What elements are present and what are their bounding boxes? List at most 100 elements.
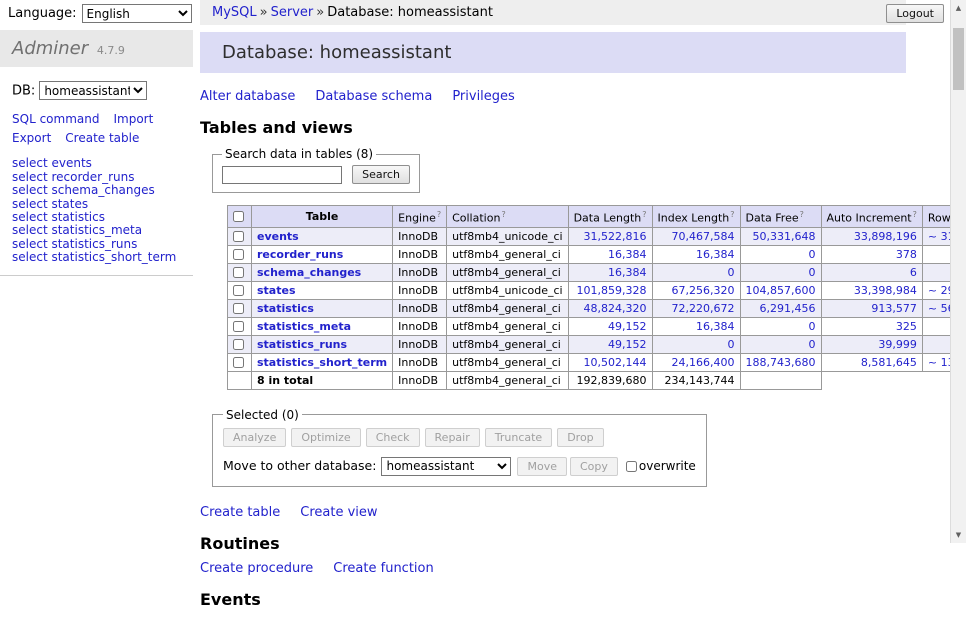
analyze-button[interactable]: Analyze: [223, 428, 286, 447]
table-name-link[interactable]: states: [257, 284, 296, 297]
cell-link[interactable]: 16,384: [696, 320, 735, 333]
db-select[interactable]: homeassistant: [39, 81, 147, 100]
cell-link[interactable]: 24,166,400: [672, 356, 735, 369]
cell-link[interactable]: 31,522,816: [584, 230, 647, 243]
check-button[interactable]: Check: [366, 428, 420, 447]
sidebar-table-link[interactable]: select recorder_runs: [12, 170, 135, 184]
sidebar-link-create-table[interactable]: Create table: [65, 131, 139, 145]
cell-link[interactable]: 0: [728, 266, 735, 279]
cell-link[interactable]: 70,467,584: [672, 230, 735, 243]
cell-link[interactable]: 101,859,328: [577, 284, 647, 297]
link-database-schema[interactable]: Database schema: [315, 89, 432, 104]
link-privileges[interactable]: Privileges: [452, 89, 515, 104]
cell-link[interactable]: 0: [809, 338, 816, 351]
copy-button[interactable]: Copy: [570, 457, 618, 476]
sidebar-table-link[interactable]: select statistics: [12, 210, 105, 224]
sidebar-table-link[interactable]: select statistics_short_term: [12, 250, 176, 264]
row-checkbox[interactable]: [233, 321, 244, 332]
row-checkbox[interactable]: [233, 267, 244, 278]
cell-link[interactable]: 0: [809, 248, 816, 261]
select-all-checkbox[interactable]: [233, 211, 244, 222]
link-create-function[interactable]: Create function: [333, 561, 433, 576]
move-db-select[interactable]: homeassistant: [381, 457, 511, 476]
row-checkbox[interactable]: [233, 249, 244, 260]
column-help-link[interactable]: ?: [730, 210, 734, 219]
cell-link[interactable]: 0: [728, 338, 735, 351]
cell-link[interactable]: 72,220,672: [672, 302, 735, 315]
breadcrumb-link-mysql[interactable]: MySQL: [212, 5, 257, 20]
cell-data-free: 0: [740, 317, 821, 335]
vertical-scrollbar[interactable]: ▲ ▼: [950, 0, 966, 543]
cell-link[interactable]: 0: [809, 266, 816, 279]
table-name-link[interactable]: statistics_runs: [257, 338, 347, 351]
cell-link[interactable]: 378: [896, 248, 917, 261]
column-help-link[interactable]: ?: [642, 210, 646, 219]
row-checkbox-cell: [228, 335, 252, 353]
repair-button[interactable]: Repair: [425, 428, 480, 447]
cell-link[interactable]: 8,581,645: [861, 356, 917, 369]
link-alter-database[interactable]: Alter database: [200, 89, 295, 104]
cell-link[interactable]: 104,857,600: [746, 284, 816, 297]
overwrite-checkbox[interactable]: [626, 461, 637, 472]
row-checkbox[interactable]: [233, 231, 244, 242]
cell-link[interactable]: 50,331,648: [753, 230, 816, 243]
logout-button[interactable]: Logout: [886, 4, 944, 23]
column-header-data-free: Data Free?: [740, 206, 821, 228]
cell-link[interactable]: 188,743,680: [746, 356, 816, 369]
table-name-link[interactable]: recorder_runs: [257, 248, 343, 261]
sidebar-table-link[interactable]: select statistics_runs: [12, 237, 137, 251]
link-create-table[interactable]: Create table: [200, 505, 280, 520]
cell-link[interactable]: 0: [809, 320, 816, 333]
cell-link[interactable]: 16,384: [696, 248, 735, 261]
table-name-link[interactable]: statistics_short_term: [257, 356, 387, 369]
sidebar-link-sql-command[interactable]: SQL command: [12, 112, 99, 126]
cell-link[interactable]: 49,152: [608, 338, 647, 351]
cell-link[interactable]: 913,577: [871, 302, 917, 315]
table-name-link[interactable]: statistics_meta: [257, 320, 351, 333]
search-button[interactable]: Search: [352, 165, 410, 184]
cell-link[interactable]: 67,256,320: [672, 284, 735, 297]
column-help-link[interactable]: ?: [437, 210, 441, 219]
link-create-procedure[interactable]: Create procedure: [200, 561, 313, 576]
truncate-button[interactable]: Truncate: [485, 428, 552, 447]
row-checkbox[interactable]: [233, 339, 244, 350]
cell-link[interactable]: 33,898,196: [854, 230, 917, 243]
drop-button[interactable]: Drop: [557, 428, 603, 447]
cell-link[interactable]: 33,398,984: [854, 284, 917, 297]
table-name-link[interactable]: statistics: [257, 302, 314, 315]
scroll-up-arrow-icon[interactable]: ▲: [951, 0, 966, 16]
row-checkbox[interactable]: [233, 285, 244, 296]
column-help-link[interactable]: ?: [501, 210, 505, 219]
cell-link[interactable]: 16,384: [608, 248, 647, 261]
optimize-button[interactable]: Optimize: [291, 428, 360, 447]
column-help-link[interactable]: ?: [800, 210, 804, 219]
sidebar-table-link[interactable]: select statistics_meta: [12, 223, 142, 237]
sidebar-table-link[interactable]: select events: [12, 156, 92, 170]
sidebar-table-link[interactable]: select schema_changes: [12, 183, 155, 197]
row-checkbox[interactable]: [233, 303, 244, 314]
breadcrumb-link-server[interactable]: Server: [271, 5, 314, 20]
cell-link[interactable]: 49,152: [608, 320, 647, 333]
language-select[interactable]: English: [82, 4, 192, 23]
cell-link[interactable]: 325: [896, 320, 917, 333]
cell-link[interactable]: 6: [910, 266, 917, 279]
table-row: statistics_runsInnoDButf8mb4_general_ci4…: [228, 335, 966, 353]
sidebar-table-link[interactable]: select states: [12, 197, 88, 211]
row-checkbox[interactable]: [233, 357, 244, 368]
scrollbar-thumb[interactable]: [953, 28, 964, 90]
sidebar-link-export[interactable]: Export: [12, 131, 51, 145]
cell-link[interactable]: 6,291,456: [760, 302, 816, 315]
search-input[interactable]: [222, 166, 342, 184]
link-create-view[interactable]: Create view: [300, 505, 377, 520]
table-name-link[interactable]: events: [257, 230, 299, 243]
cell-link[interactable]: 16,384: [608, 266, 647, 279]
cell-link[interactable]: 48,824,320: [584, 302, 647, 315]
scroll-down-arrow-icon[interactable]: ▼: [951, 527, 966, 543]
sidebar-item-select-statistics: select statistics: [12, 211, 181, 224]
move-button[interactable]: Move: [517, 457, 567, 476]
table-name-link[interactable]: schema_changes: [257, 266, 361, 279]
column-help-link[interactable]: ?: [913, 210, 917, 219]
cell-link[interactable]: 39,999: [878, 338, 917, 351]
sidebar-link-import[interactable]: Import: [113, 112, 153, 126]
cell-link[interactable]: 10,502,144: [584, 356, 647, 369]
